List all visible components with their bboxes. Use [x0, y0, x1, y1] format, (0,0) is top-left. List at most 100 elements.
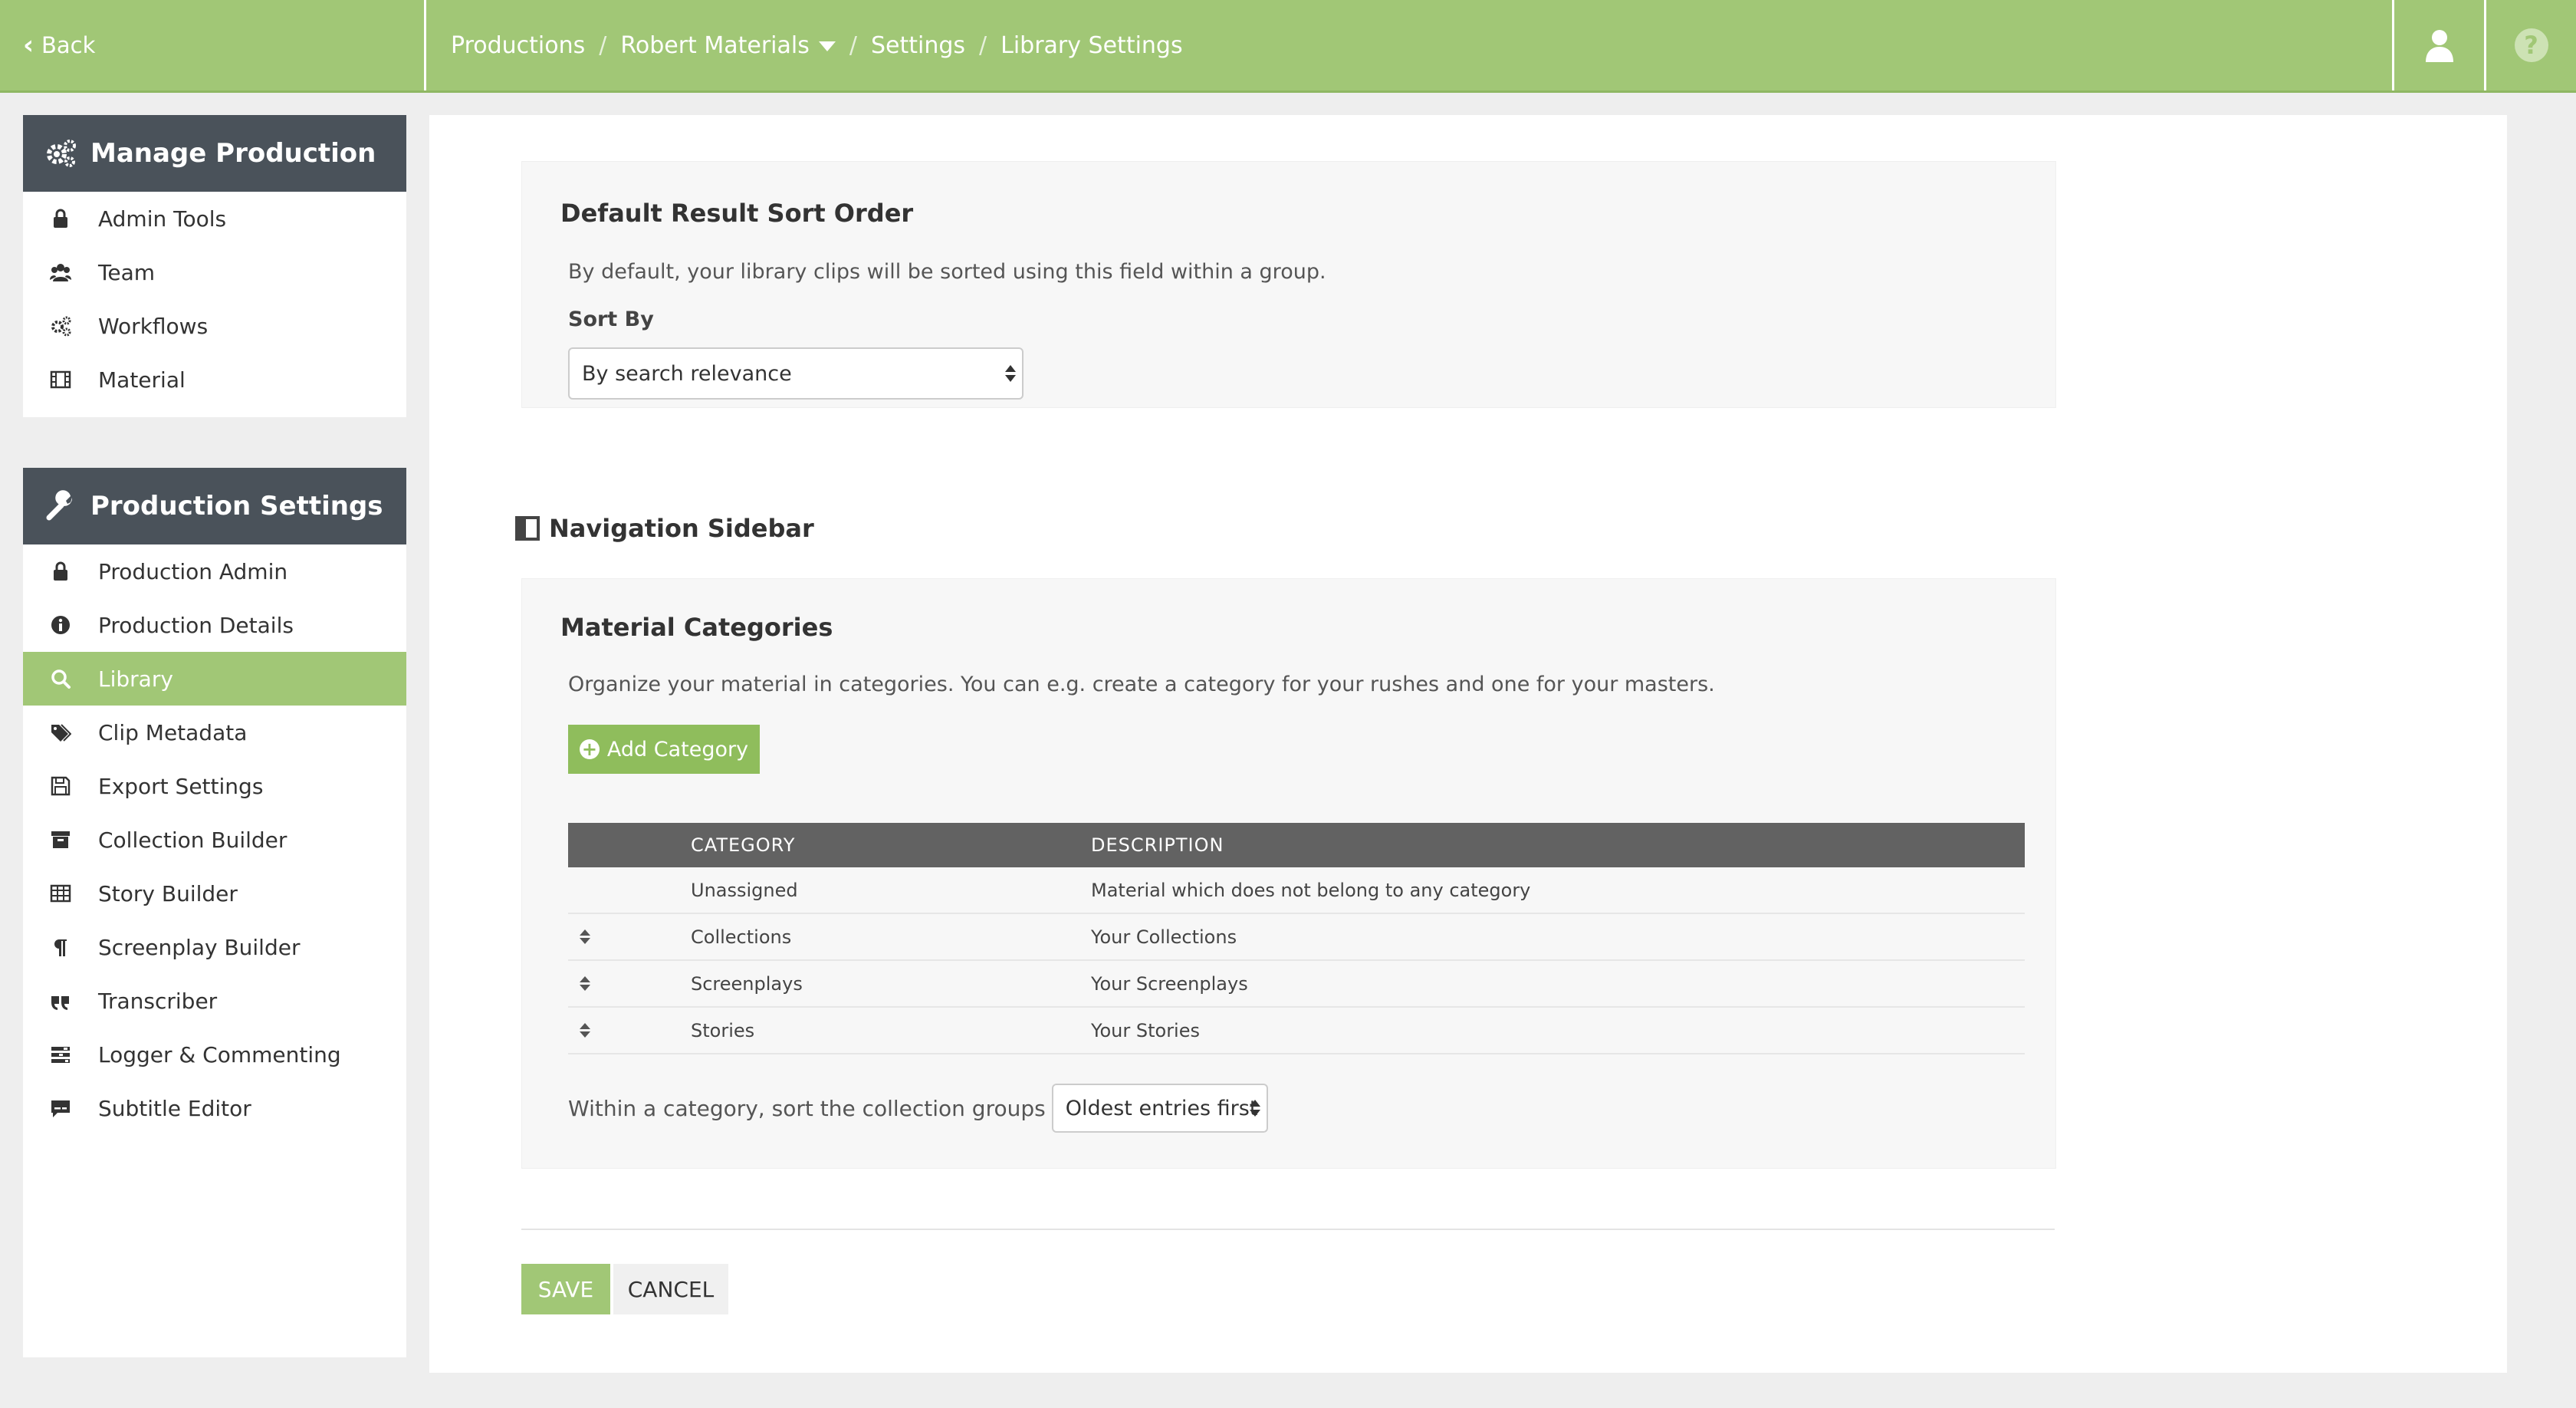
sort-handle-icon[interactable] [570, 929, 600, 944]
sidebar-item-label: Workflows [98, 313, 209, 339]
sidebar-item-label: Team [98, 259, 156, 285]
sidebar-item-label: Material [98, 367, 186, 393]
sidebar-item-story-builder[interactable]: Story Builder [23, 867, 406, 920]
table-row: Collections Your Collections [568, 913, 2025, 961]
manage-production-panel: Manage Production Admin Tools Team Workf… [23, 115, 406, 417]
sort-handle-icon[interactable] [570, 1023, 600, 1038]
plus-circle-icon: + [579, 739, 600, 759]
main-content: Default Result Sort Order By default, yo… [429, 115, 2507, 1373]
sidebar-item-production-admin[interactable]: Production Admin [23, 544, 406, 598]
gears-icon [47, 140, 76, 167]
sidebar-item-label: Library [98, 666, 173, 692]
help-button[interactable]: ? [2484, 0, 2576, 90]
sidebar-item-logger-commenting[interactable]: Logger & Commenting [23, 1028, 406, 1081]
categories-table: CATEGORY DESCRIPTION Unassigned Material… [568, 823, 2025, 1054]
sidebar-item-label: Story Builder [98, 880, 238, 906]
sort-order-title: Default Result Sort Order [560, 199, 914, 228]
sidebar-item-admin-tools[interactable]: Admin Tools [23, 192, 406, 245]
floppy-icon [23, 775, 98, 797]
sidebar-item-label: Collection Builder [98, 827, 288, 853]
top-actions: ? [2392, 0, 2576, 90]
info-icon [23, 614, 98, 636]
description-cell: Material which does not belong to any ca… [1091, 867, 2025, 914]
production-settings-header: Production Settings [23, 468, 406, 544]
lock-icon [23, 208, 98, 229]
add-category-label: Add Category [606, 737, 749, 762]
gears-icon [23, 315, 98, 337]
sidebar-item-clip-metadata[interactable]: Clip Metadata [23, 706, 406, 759]
divider [521, 1229, 2055, 1230]
sort-order-description: By default, your library clips will be s… [568, 260, 1326, 284]
sidebar-item-library[interactable]: Library [23, 652, 406, 706]
category-cell: Screenplays [691, 960, 1091, 1008]
cancel-button[interactable]: CANCEL [613, 1264, 728, 1314]
save-button[interactable]: SAVE [521, 1264, 610, 1314]
row-handle-cell [568, 867, 691, 914]
sidebar: Manage Production Admin Tools Team Workf… [23, 115, 406, 1408]
sidebar-item-label: Production Admin [98, 558, 288, 584]
category-cell: Stories [691, 1007, 1091, 1054]
sidebar-item-label: Admin Tools [98, 206, 227, 232]
sort-handle-icon[interactable] [570, 976, 600, 991]
sidebar-item-export-settings[interactable]: Export Settings [23, 759, 406, 813]
table-row: Unassigned Material which does not belon… [568, 867, 2025, 914]
paragraph-icon [23, 936, 98, 958]
tags-icon [23, 722, 98, 743]
sidebar-item-material[interactable]: Material [23, 353, 406, 406]
add-category-button[interactable]: + Add Category [568, 725, 760, 774]
subtitle-icon [23, 1097, 98, 1119]
breadcrumb-separator: / [599, 31, 607, 59]
lock-icon [23, 561, 98, 582]
row-handle-cell [568, 913, 691, 961]
sidebar-item-team[interactable]: Team [23, 245, 406, 299]
user-button[interactable] [2392, 0, 2484, 90]
table-header-row: CATEGORY DESCRIPTION [568, 823, 2025, 867]
film-icon [23, 369, 98, 390]
sidebar-item-screenplay-builder[interactable]: Screenplay Builder [23, 920, 406, 974]
manage-production-title: Manage Production [90, 138, 376, 169]
help-icon: ? [2514, 28, 2548, 62]
table-row: Screenplays Your Screenplays [568, 960, 2025, 1008]
navigation-sidebar-title: Navigation Sidebar [549, 514, 814, 543]
sidebar-item-label: Production Details [98, 612, 294, 638]
back-button[interactable]: ‹ Back [23, 0, 426, 90]
sidebar-item-subtitle-editor[interactable]: Subtitle Editor [23, 1081, 406, 1135]
sidebar-item-workflows[interactable]: Workflows [23, 299, 406, 353]
material-categories-section: Material Categories Organize your materi… [521, 578, 2056, 1169]
description-cell: Your Stories [1091, 1007, 2025, 1054]
row-handle-cell [568, 1007, 691, 1054]
tasks-icon [23, 1044, 98, 1065]
group-sort-value: Oldest entries first [1065, 1096, 1258, 1120]
category-column-header: CATEGORY [691, 823, 1091, 867]
category-cell: Unassigned [691, 867, 1091, 914]
sort-by-select[interactable]: By search relevance [568, 347, 1024, 400]
handle-column-header [568, 823, 691, 867]
breadcrumb-separator: / [979, 31, 987, 59]
production-settings-title: Production Settings [90, 491, 383, 521]
description-column-header: DESCRIPTION [1091, 823, 2025, 867]
sidebar-item-transcriber[interactable]: Transcriber [23, 974, 406, 1028]
navigation-sidebar-heading: Navigation Sidebar [515, 514, 814, 543]
user-icon [2425, 30, 2453, 62]
breadcrumb-productions[interactable]: Productions [451, 32, 585, 59]
category-cell: Collections [691, 913, 1091, 961]
sidebar-panel-icon [515, 516, 540, 541]
sidebar-item-production-details[interactable]: Production Details [23, 598, 406, 652]
sidebar-item-label: Export Settings [98, 773, 264, 799]
sort-by-value: By search relevance [582, 361, 792, 386]
sidebar-item-label: Transcriber [98, 988, 218, 1014]
breadcrumb-settings[interactable]: Settings [871, 32, 965, 59]
breadcrumb-production-dropdown[interactable]: Robert Materials [620, 32, 836, 59]
updown-arrows-icon [1005, 365, 1016, 382]
updown-arrows-icon [1249, 1100, 1260, 1117]
top-bar: ‹ Back Productions / Robert Materials / … [0, 0, 2576, 93]
sidebar-item-label: Clip Metadata [98, 719, 248, 745]
breadcrumb-library-settings[interactable]: Library Settings [1001, 32, 1182, 59]
group-sort-select[interactable]: Oldest entries first [1051, 1084, 1268, 1133]
wrench-icon [46, 490, 73, 521]
sidebar-item-label: Subtitle Editor [98, 1095, 251, 1121]
group-sort-row: Within a category, sort the collection g… [568, 1084, 1268, 1133]
table-row: Stories Your Stories [568, 1007, 2025, 1054]
sidebar-item-collection-builder[interactable]: Collection Builder [23, 813, 406, 867]
breadcrumb: Productions / Robert Materials / Setting… [451, 0, 1183, 90]
